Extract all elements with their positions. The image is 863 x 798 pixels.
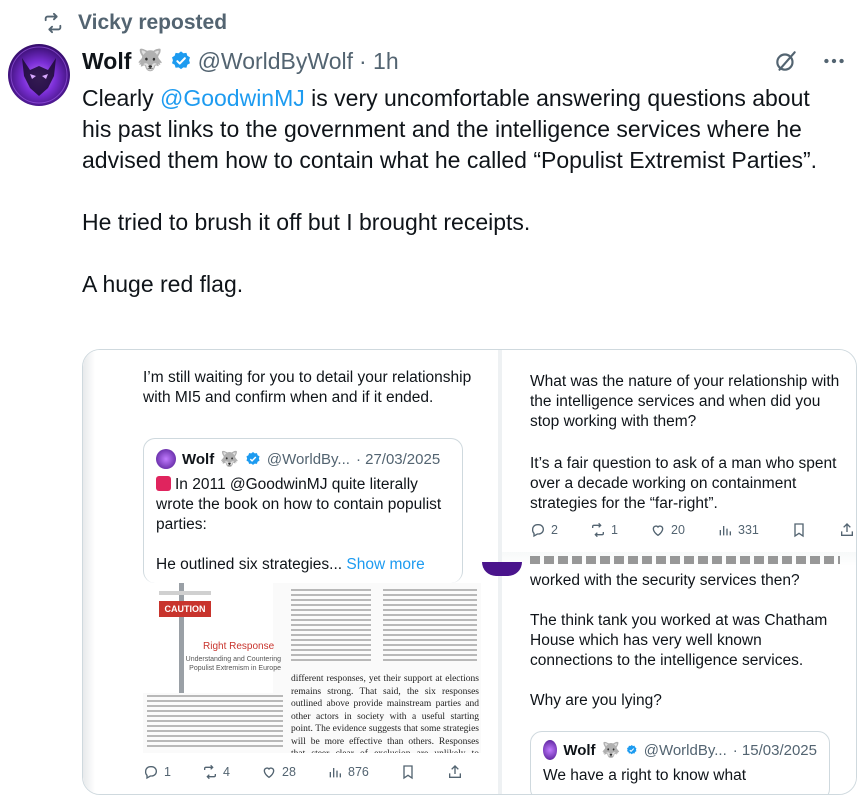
verified-badge-icon <box>627 744 637 755</box>
bookmark-icon[interactable] <box>791 522 807 538</box>
repost-button[interactable]: 4 <box>202 764 230 780</box>
right-engagement-bar: 2 1 20 331 <box>530 522 855 538</box>
book-title: Right Response <box>203 641 275 652</box>
book-cover: CAUTION Right Response Understanding and… <box>143 583 281 693</box>
wolf-avatar-art <box>10 46 68 104</box>
share-icon[interactable] <box>447 764 463 780</box>
views-chart-icon <box>329 768 341 778</box>
repost-count: 4 <box>223 765 230 779</box>
book-text-lines <box>147 695 283 750</box>
tweet-text-part2: is very uncomfortable answering question… <box>82 85 818 297</box>
reply-icon <box>531 524 544 538</box>
verified-badge-icon <box>246 452 260 465</box>
verified-badge-icon <box>171 51 190 70</box>
grok-icon[interactable] <box>773 48 799 74</box>
quoted-avatar <box>543 740 558 760</box>
caution-sign: CAUTION <box>159 601 211 617</box>
more-options-icon[interactable] <box>821 48 847 74</box>
quoted-date: · 15/03/2025 <box>732 741 817 759</box>
left-engagement-bar: 1 4 28 876 <box>143 764 463 780</box>
repost-icon <box>204 764 217 780</box>
quoted-author-name: Wolf <box>182 450 215 468</box>
shadow-edge <box>83 350 95 794</box>
like-button[interactable]: 28 <box>261 764 296 780</box>
right-reply-text-3: worked with the security services then? … <box>530 572 828 709</box>
book-text-lines <box>291 589 371 664</box>
tweet-text-part1: Clearly <box>82 85 160 111</box>
book-paragraph: different responses, yet their support a… <box>291 674 479 753</box>
book-text-lines <box>383 589 477 664</box>
wolf-emoji-icon: 🐺 <box>137 49 164 72</box>
tweet-header: Wolf 🐺 @WorldByWolf · 1h <box>82 44 847 78</box>
repost-icon <box>592 522 605 538</box>
author-handle[interactable]: @WorldByWolf <box>198 48 353 75</box>
author-name[interactable]: Wolf <box>82 48 131 75</box>
quoted-date: · 27/03/2025 <box>355 450 441 468</box>
right-reply-text-2: It’s a fair question to ask of a man who… <box>530 455 837 512</box>
reply-icon <box>144 766 157 780</box>
bookmark-icon[interactable] <box>400 764 416 780</box>
share-icon[interactable] <box>839 522 855 538</box>
views-button[interactable]: 876 <box>327 764 369 780</box>
red-square-emoji-icon <box>156 476 171 491</box>
screenshot-left: I’m still waiting for you to detail your… <box>83 350 498 794</box>
quoted-tweet-card[interactable]: Wolf 🐺 @WorldBy... · 27/03/2025 In 2011 … <box>143 438 463 583</box>
view-count: 331 <box>738 523 759 537</box>
book-page-image: CAUTION Right Response Understanding and… <box>143 583 481 753</box>
reply-button[interactable]: 1 <box>143 764 171 780</box>
repost-label: Vicky reposted <box>78 11 228 34</box>
quoted-tweet-header: Wolf 🐺 @WorldBy... · 27/03/2025 <box>156 449 450 469</box>
quoted-tweet-header: Wolf 🐺 @WorldBy... · 15/03/2025 <box>543 740 817 760</box>
quoted-handle: @WorldBy... <box>266 450 350 468</box>
quoted-avatar <box>156 449 176 469</box>
reply-button[interactable]: 2 <box>530 522 558 538</box>
show-more-link[interactable]: Show more <box>342 556 424 573</box>
like-button[interactable]: 20 <box>650 522 685 538</box>
repost-header[interactable]: Vicky reposted <box>42 10 227 36</box>
repost-count: 1 <box>611 523 618 537</box>
mention-link[interactable]: @GoodwinMJ <box>160 85 305 111</box>
cropped-reply-header <box>530 556 840 564</box>
reply-count: 1 <box>164 765 171 779</box>
tweet-text: Clearly @GoodwinMJ is very uncomfortable… <box>82 83 842 300</box>
quoted-emoji-icon: 🐺 <box>220 451 239 468</box>
right-reply-text-1: What was the nature of your relationship… <box>530 373 840 430</box>
like-count: 20 <box>671 523 685 537</box>
heart-icon <box>652 525 664 537</box>
quoted-tweet-card-2[interactable]: Wolf 🐺 @WorldBy... · 15/03/2025 We have … <box>530 731 830 794</box>
quoted-body: We have a right to know what <box>543 767 747 784</box>
avatar[interactable] <box>8 44 70 106</box>
heart-icon <box>263 767 275 779</box>
sign-post-graphic: CAUTION <box>159 583 211 693</box>
screenshot-right: What was the nature of your relationship… <box>482 350 856 794</box>
repost-button[interactable]: 1 <box>590 522 618 538</box>
repost-icon <box>44 12 62 34</box>
attached-image[interactable]: I’m still waiting for you to detail your… <box>82 349 857 795</box>
views-button[interactable]: 331 <box>717 522 759 538</box>
reply-count: 2 <box>551 523 558 537</box>
book-subtitle: Understanding and Countering Populist Ex… <box>185 656 281 672</box>
quoted-text: In 2011 @GoodwinMJ quite literally wrote… <box>156 475 450 575</box>
view-count: 876 <box>348 765 369 779</box>
views-chart-icon <box>719 526 731 536</box>
quoted-author-name: Wolf <box>563 741 596 759</box>
like-count: 28 <box>282 765 296 779</box>
tweet-time[interactable]: · 1h <box>359 48 399 75</box>
cropped-avatar <box>482 562 522 576</box>
quoted-handle: @WorldBy... <box>643 741 727 759</box>
quoted-emoji-icon: 🐺 <box>601 742 621 759</box>
left-reply-text: I’m still waiting for you to detail your… <box>143 369 472 406</box>
